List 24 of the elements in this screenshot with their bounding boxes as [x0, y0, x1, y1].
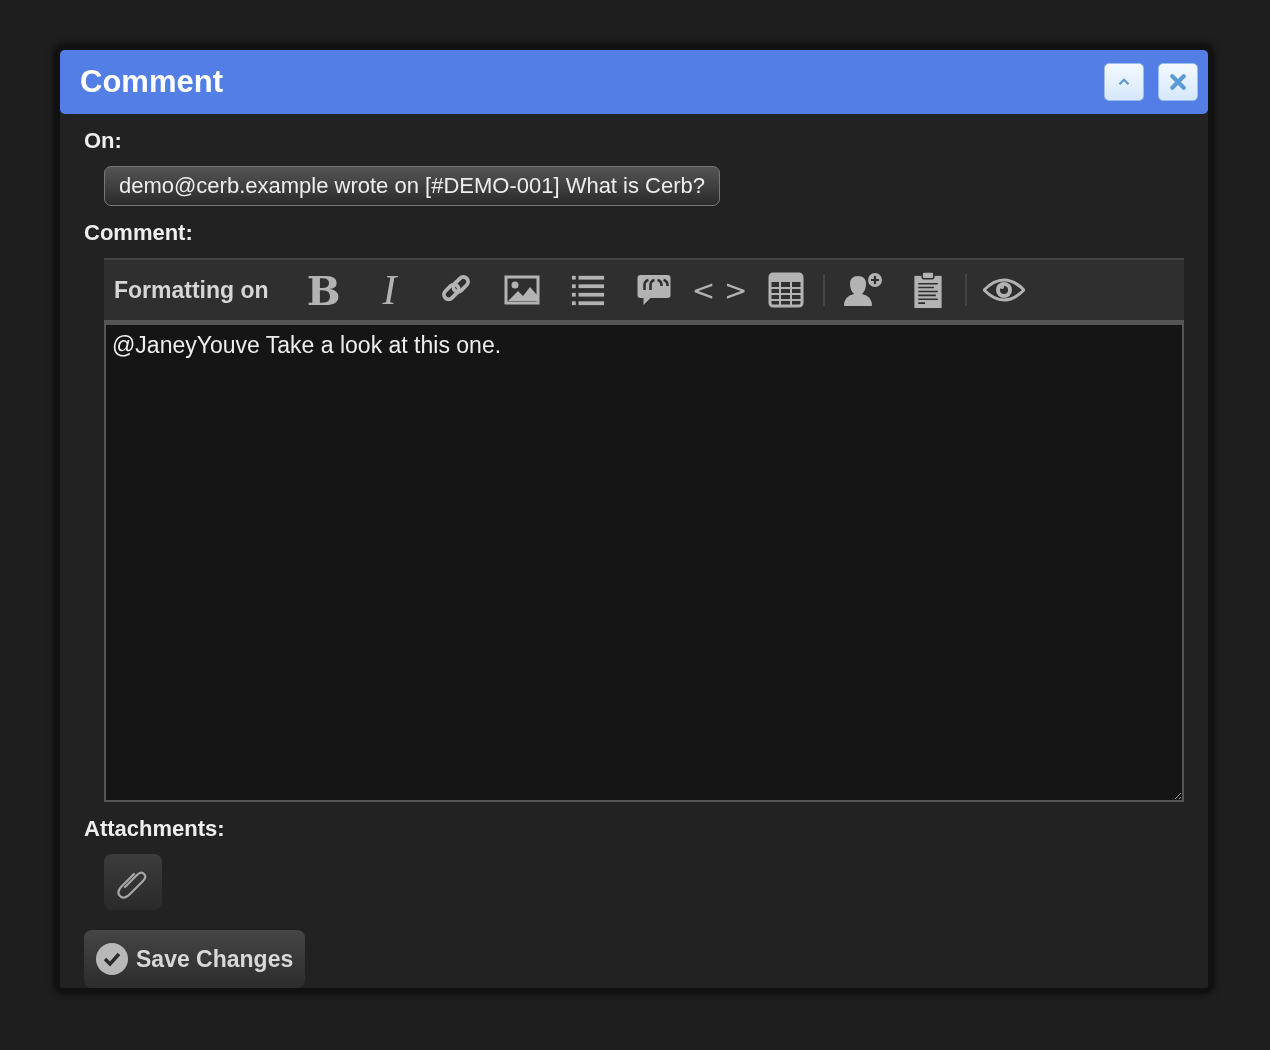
- collapse-button[interactable]: [1104, 63, 1144, 101]
- field-label: Comment:: [84, 220, 194, 246]
- comment-input[interactable]: @JaneyYouve Take a look at this one.: [104, 323, 1184, 802]
- dialog-title: Comment: [80, 64, 223, 100]
- user-add-icon[interactable]: [841, 272, 882, 308]
- attach-button[interactable]: [104, 854, 162, 910]
- image-icon[interactable]: [503, 274, 540, 306]
- caret-up-icon: [1117, 77, 1131, 87]
- speech-bubble-icon[interactable]: [635, 273, 672, 307]
- italic-button[interactable]: I: [356, 266, 423, 314]
- table-icon[interactable]: [767, 272, 804, 308]
- clipboard-icon[interactable]: [911, 271, 944, 309]
- field-label: On:: [84, 128, 123, 154]
- save-button[interactable]: Save Changes: [84, 930, 306, 988]
- formatting-toggle[interactable]: Formatting on: [114, 276, 269, 304]
- close-icon: [1170, 74, 1186, 90]
- field-label: Attachments:: [84, 816, 226, 842]
- check-circle-icon: [96, 943, 128, 975]
- list-icon[interactable]: [570, 273, 605, 307]
- record-link-badge[interactable]: demo@cerb.example wrote on [#DEMO-001] What is Cerb?: [104, 166, 721, 206]
- bold-button[interactable]: B: [290, 266, 357, 314]
- code-button[interactable]: < >: [686, 273, 753, 307]
- eye-icon[interactable]: [982, 276, 1025, 304]
- close-button[interactable]: [1158, 63, 1198, 101]
